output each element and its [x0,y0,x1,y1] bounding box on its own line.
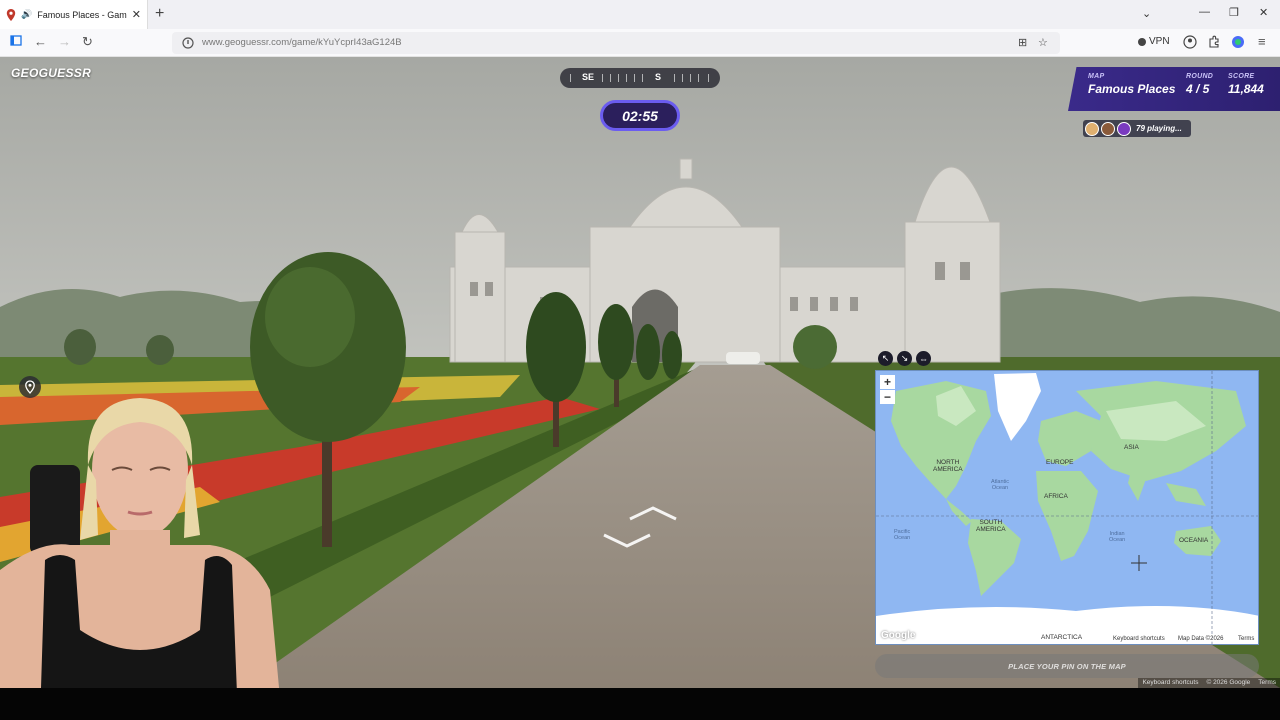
browser-tab-active[interactable]: 🔊 Famous Places - Game - Ge ✕ [0,0,148,29]
players-online-badge[interactable]: 79 playing... [1083,120,1191,137]
zoom-out-button[interactable]: − [880,390,895,404]
compass-tick [570,74,571,82]
speaker-icon[interactable]: 🔊 [21,9,32,20]
player-avatar [1085,121,1099,136]
map-data-attribution: Map Data ©2026 [1176,636,1226,642]
map-keyboard-shortcuts-link[interactable]: Keyboard shortcuts [1111,636,1167,642]
address-bar[interactable]: www.geoguessr.com/game/kYuYcprI43aG124B … [172,32,1060,54]
compass-tick [626,74,627,82]
continent-label-africa: AFRICA [1044,493,1068,500]
compass-tick [698,74,699,82]
webcam-overlay [0,398,282,720]
vpn-button[interactable]: VPN [1138,36,1170,47]
restore-window-button[interactable]: ❐ [1229,6,1239,19]
move-forward-arrow-icon[interactable] [628,505,678,521]
continent-label-south-america: SOUTH AMERICA [976,519,1006,533]
continent-label-antarctica: ANTARCTICA [1041,634,1083,641]
move-backward-arrow-icon[interactable] [602,533,652,549]
map-expand-icon[interactable]: ↖ [878,351,893,366]
map-terms-link[interactable]: Terms [1236,636,1257,642]
ocean-label-indian: Indian Ocean [1109,531,1126,543]
players-count-text: 79 playing... [1136,124,1182,133]
reader-view-icon[interactable]: ⊞ [1018,36,1027,49]
place-pin-guess-button[interactable]: PLACE YOUR PIN ON THE MAP [875,654,1259,678]
continent-label-europe: EUROPE [1046,459,1074,466]
compass-tick [602,74,603,82]
url-text: www.geoguessr.com/game/kYuYcprI43aG124B [202,37,402,48]
google-logo: Google [881,630,916,641]
sidebar-toggle-icon[interactable] [10,34,22,50]
map-shrink-icon[interactable]: ↘ [897,351,912,366]
player-avatar [1101,121,1115,136]
compass-label-s: S [655,72,662,82]
geoguessr-logo[interactable]: GEOGUESSR [11,66,91,80]
round-timer: 02:55 [600,100,680,131]
crosshair-cursor-icon [1131,555,1147,571]
site-info-icon[interactable] [182,36,194,50]
map-value: Famous Places [1088,82,1176,96]
compass-tick [610,74,611,82]
continent-label-oceania: OCEANIA [1179,537,1209,544]
close-tab-icon[interactable]: ✕ [132,8,141,21]
bookmark-star-icon[interactable]: ☆ [1038,36,1048,49]
menu-hamburger-icon[interactable]: ≡ [1258,34,1266,50]
round-label: ROUND [1186,73,1214,80]
map-status: MAP Famous Places [1088,73,1175,96]
score-label: SCORE [1228,73,1255,80]
terms-link[interactable]: Terms [1258,679,1276,687]
continent-label-asia: ASIA [1124,444,1139,451]
game-status-panel: MAP Famous Places ROUND 4 / 5 SCORE 11,8… [1068,67,1280,111]
browser-tab-bar: 🔊 Famous Places - Game - Ge ✕ + ⌄ — ❐ ✕ [0,0,1280,29]
new-tab-button[interactable]: + [155,5,164,23]
browser-nav-bar: ← → ↻ www.geoguessr.com/game/kYuYcprI43a… [0,29,1280,57]
streetview-footer: Keyboard shortcuts © 2026 Google Terms [1138,678,1280,688]
reload-icon[interactable]: ↻ [82,34,93,50]
extensions-puzzle-icon[interactable] [1207,35,1221,49]
tab-list-chevron-icon[interactable]: ⌄ [1142,7,1151,20]
score-status: SCORE 11,844 [1228,73,1264,96]
compass-tick [634,74,635,82]
compass-tick [618,74,619,82]
extension-badge-icon[interactable] [1231,35,1245,49]
world-map-tiles[interactable] [876,371,1259,645]
zoom-in-button[interactable]: + [880,375,895,389]
account-icon[interactable] [1183,35,1197,49]
compass-tick [690,74,691,82]
compass-label-se: SE [582,72,595,82]
compass-tick [682,74,683,82]
back-arrow-icon[interactable]: ← [34,34,47,50]
geoguessr-favicon-icon [6,8,16,21]
compass-tick [708,74,709,82]
tab-title: Famous Places - Game - Ge [37,9,127,20]
minimize-window-button[interactable]: — [1199,6,1210,18]
minimap-toolbar: ↖ ↘ ⇔ [878,351,931,366]
bottom-black-bar [0,688,1280,720]
keyboard-shortcuts-link[interactable]: Keyboard shortcuts [1142,679,1198,687]
guess-minimap[interactable]: + − NORTH AMERICA EUROPE ASIA AFRICA SOU… [875,370,1259,645]
forward-arrow-icon[interactable]: → [58,34,71,50]
compass-strip: SE S [560,68,720,88]
vpn-label: VPN [1149,36,1170,47]
round-value: 4 / 5 [1186,82,1210,96]
map-label: MAP [1088,73,1105,80]
round-status: ROUND 4 / 5 [1186,73,1213,96]
copyright-text: © 2026 Google [1206,679,1251,686]
ocean-label-atlantic: Atlantic Ocean [991,479,1010,491]
compass-tick [642,74,643,82]
close-window-button[interactable]: ✕ [1259,6,1268,19]
ocean-label-pacific: Pacific Ocean [894,529,911,541]
vpn-status-icon [1138,37,1146,46]
compass-tick [674,74,675,82]
map-pin-toggle-icon[interactable]: ⇔ [916,351,931,366]
continent-label-north-america: NORTH AMERICA [933,459,963,473]
score-value: 11,844 [1228,82,1264,96]
player-avatar [1117,121,1131,136]
